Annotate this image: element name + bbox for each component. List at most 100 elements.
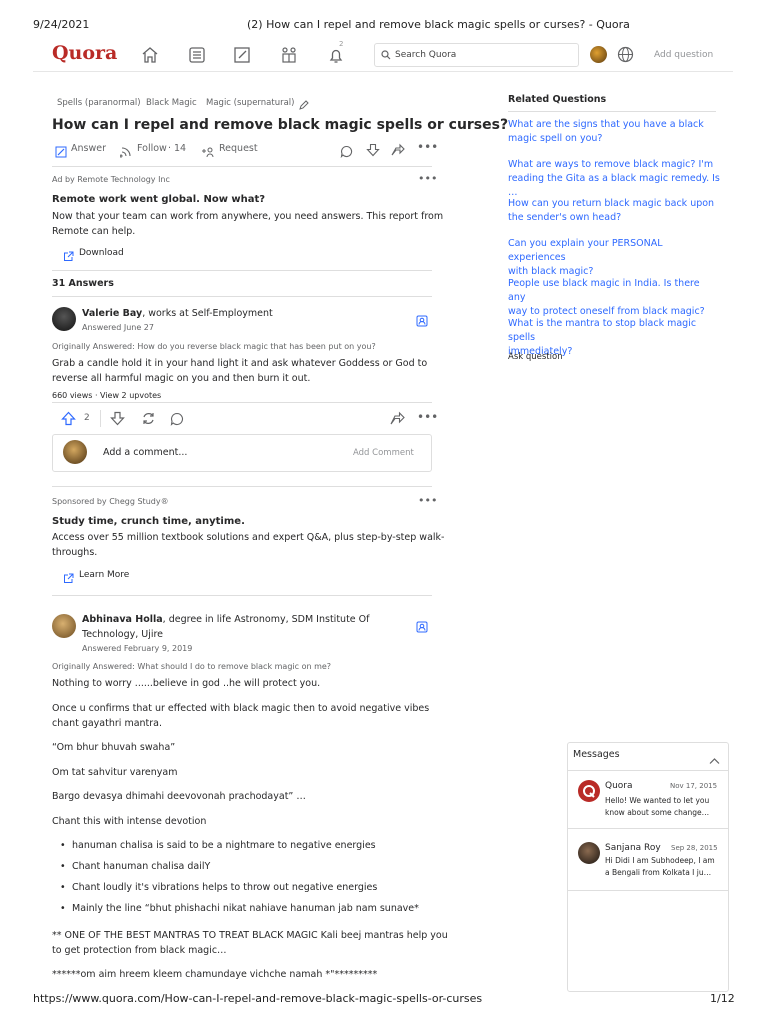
answer-paragraph: ******om aim hreem kleem chamundaye vich… (52, 969, 378, 980)
list-item: hanuman chalisa is said to be a nightmar… (52, 835, 432, 856)
answer-date[interactable]: Answered June 27 (82, 323, 154, 332)
download-button[interactable]: Download (79, 248, 124, 258)
ad-body-line2: throughs. (52, 547, 98, 558)
avatar[interactable] (52, 307, 76, 331)
ad-headline[interactable]: Study time, crunch time, anytime. (52, 514, 245, 529)
print-date: 9/24/2021 (33, 18, 90, 31)
related-question[interactable]: What are the signs that you have a black… (508, 118, 720, 146)
avatar (63, 440, 87, 464)
list-item: Mainly the line “bhut phishachi nikat na… (52, 898, 432, 919)
external-link-icon (63, 569, 74, 588)
author-name[interactable]: Abhinava Holla (82, 614, 163, 625)
topic-magic[interactable]: Magic (supernatural) (206, 98, 294, 108)
ad-body-line1: Now that your team can work from anywher… (52, 211, 444, 222)
follow-author-icon[interactable] (416, 312, 428, 331)
share-icon[interactable] (391, 142, 405, 161)
answer-paragraph: to get protection from black magic… (52, 945, 227, 956)
related-question[interactable]: What are ways to remove black magic? I'm… (508, 158, 720, 200)
message-date: Nov 17, 2015 (670, 782, 718, 790)
message-sender[interactable]: Sanjana Roy (605, 843, 661, 853)
more-options-icon[interactable]: ••• (417, 410, 438, 424)
quora-avatar-icon (578, 780, 600, 802)
quora-logo[interactable]: Quora (52, 42, 117, 64)
ad-more-icon[interactable]: ••• (418, 172, 437, 185)
avatar (578, 842, 600, 864)
comment-icon[interactable] (340, 143, 353, 162)
request-button[interactable]: Request (219, 143, 258, 154)
ask-question-link[interactable]: Ask question (508, 352, 563, 362)
answers-count: 31 Answers (52, 278, 114, 289)
topic-black-magic[interactable]: Black Magic (146, 98, 197, 108)
messages-title[interactable]: Messages (573, 749, 620, 760)
follow-button[interactable]: Follow (137, 143, 167, 154)
answer-icon[interactable] (232, 45, 252, 65)
answer-paragraph: Nothing to worry ......believe in god ..… (52, 678, 321, 689)
answer-paragraph: “Om bhur bhuvah swaha” (52, 742, 176, 753)
add-question-button[interactable]: Add question (654, 50, 713, 60)
print-page-number: 1/12 (710, 992, 735, 1005)
originally-answered[interactable]: Originally Answered: What should I do to… (52, 662, 331, 671)
upvote-icon[interactable] (61, 411, 76, 430)
ad-headline[interactable]: Remote work went global. Now what? (52, 192, 265, 207)
edit-topics-icon[interactable] (298, 96, 309, 115)
add-comment-button[interactable]: Add Comment (353, 448, 414, 458)
external-link-icon (63, 247, 74, 266)
search-placeholder: Search Quora (395, 50, 457, 60)
list-item: Chant hanuman chalisa dailY (52, 856, 432, 877)
list-item: Chant loudly it's vibrations helps to th… (52, 877, 432, 898)
message-preview[interactable]: Hi Didi I am Subhodeep, I am a Bengali fr… (605, 855, 715, 879)
home-icon[interactable] (140, 45, 160, 65)
share-icon[interactable] (390, 411, 405, 430)
ad-body-line1: Access over 55 million textbook solution… (52, 532, 445, 543)
ad-label: Ad by Remote Technology Inc (52, 175, 170, 184)
answer-button[interactable]: Answer (71, 143, 106, 154)
upvote-count: 2 (84, 413, 90, 423)
notification-count: 2 (339, 40, 344, 48)
ad-body-line2: Remote can help. (52, 226, 136, 237)
spaces-icon[interactable] (279, 45, 299, 65)
comment-icon[interactable] (170, 411, 184, 430)
learn-more-button[interactable]: Learn More (79, 570, 129, 580)
print-title: (2) How can I repel and remove black mag… (247, 18, 630, 31)
answer-pencil-icon (55, 143, 67, 162)
message-sender[interactable]: Quora (605, 781, 633, 791)
downvote-icon[interactable] (366, 142, 380, 161)
follow-author-icon[interactable] (416, 618, 428, 637)
author-name[interactable]: Valerie Bay (82, 308, 142, 319)
answer-line1: Grab a candle hold it in your hand light… (52, 358, 428, 369)
related-question[interactable]: People use black magic in India. Is ther… (508, 277, 720, 319)
search-input[interactable]: Search Quora (374, 43, 579, 67)
profile-avatar[interactable] (590, 46, 607, 63)
answer-date[interactable]: Answered February 9, 2019 (82, 644, 192, 653)
related-questions-title: Related Questions (508, 94, 607, 105)
downvote-icon[interactable] (110, 411, 125, 430)
originally-answered[interactable]: Originally Answered: How do you reverse … (52, 342, 376, 351)
ad-more-icon[interactable]: ••• (418, 494, 437, 507)
message-date: Sep 28, 2015 (671, 844, 718, 852)
notifications-icon[interactable] (326, 45, 346, 65)
avatar[interactable] (52, 614, 76, 638)
message-preview[interactable]: Hello! We wanted to let you know about so… (605, 795, 709, 819)
answer-paragraph: Once u confirms that ur effected with bl… (52, 703, 430, 714)
answer-paragraph: ** ONE OF THE BEST MANTRAS TO TREAT BLAC… (52, 930, 448, 941)
answer-line2: reverse all harmful magic on you and the… (52, 373, 311, 384)
more-options-icon[interactable]: ••• (417, 140, 438, 154)
share-reload-icon[interactable] (141, 411, 156, 430)
search-icon (381, 50, 391, 60)
follow-icon (119, 143, 132, 162)
answer-stats[interactable]: 660 views · View 2 upvotes (52, 391, 161, 400)
follow-count: 14 (174, 143, 187, 154)
following-icon[interactable] (187, 45, 207, 65)
answer-paragraph: Om tat sahvitur varenyam (52, 767, 178, 778)
comment-input[interactable]: Add a comment... (103, 447, 187, 458)
print-url: https://www.quora.com/How-can-I-repel-an… (33, 992, 483, 1005)
topic-spells[interactable]: Spells (paranormal) (57, 98, 141, 108)
related-question[interactable]: Can you explain your PERSONAL experience… (508, 237, 720, 279)
chevron-up-icon[interactable] (709, 750, 720, 769)
answer-paragraph: Bargo devasya dhimahi deevovonah prachod… (52, 791, 306, 802)
related-question[interactable]: How can you return black magic back upon… (508, 197, 720, 225)
answer-paragraph: chant gayathri mantra. (52, 718, 163, 729)
globe-icon[interactable] (617, 46, 634, 67)
author-credential-cont: Technology, Ujire (82, 629, 164, 640)
sponsored-label: Sponsored by Chegg Study® (52, 497, 169, 506)
